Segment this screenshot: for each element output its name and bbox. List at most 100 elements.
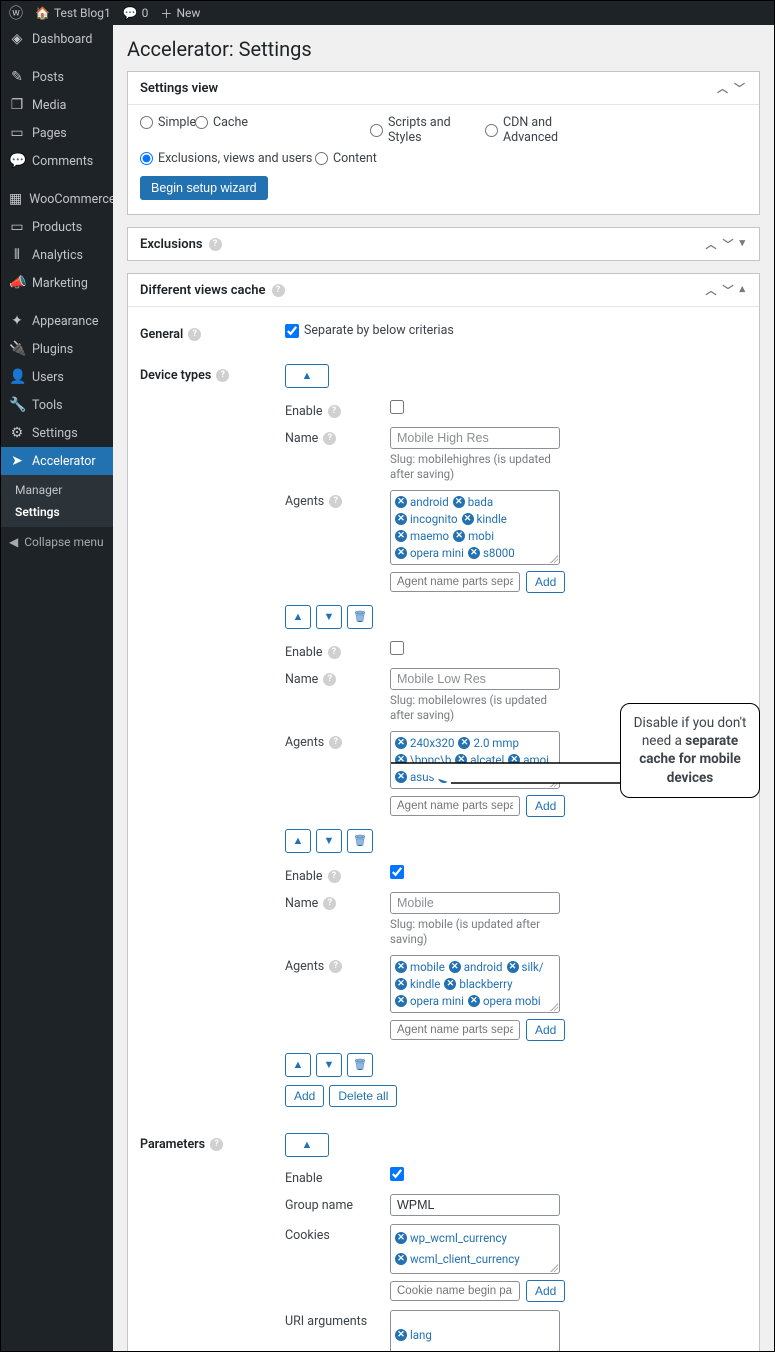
device-name-input-0[interactable] [390, 427, 560, 449]
dropup-icon[interactable]: ▴ [737, 282, 747, 298]
sidebar-item-pages[interactable]: ▭Pages [1, 119, 113, 147]
help-icon[interactable]: ? [323, 897, 336, 910]
begin-setup-wizard-button[interactable]: Begin setup wizard [140, 176, 268, 200]
help-icon[interactable]: ? [323, 432, 336, 445]
move-down-button[interactable]: ▼ [316, 829, 342, 853]
remove-tag-icon[interactable]: ✕ [395, 1329, 407, 1341]
chevron-up-icon[interactable]: ︿ [715, 80, 730, 96]
cookies-tagbox[interactable]: ✕wp_wcml_currency ✕wcml_client_currency [390, 1224, 560, 1274]
move-up-button[interactable]: ▲ [285, 605, 311, 629]
add-device-button[interactable]: Add [285, 1085, 324, 1107]
remove-tag-icon[interactable]: ✕ [395, 961, 407, 973]
remove-tag-icon[interactable]: ✕ [458, 737, 470, 749]
agent-tag[interactable]: ✕android [449, 960, 503, 974]
remove-tag-icon[interactable]: ✕ [468, 547, 480, 559]
agent-tag[interactable]: ✕bada [453, 495, 493, 509]
sidebar-item-accelerator[interactable]: ➤Accelerator [1, 447, 113, 475]
agent-tag[interactable]: ✕maemo [395, 529, 449, 543]
remove-tag-icon[interactable]: ✕ [395, 547, 407, 559]
agent-add-input-2[interactable] [390, 1020, 520, 1040]
remove-tag-icon[interactable]: ✕ [507, 961, 519, 973]
group-name-input[interactable] [390, 1194, 560, 1216]
help-icon[interactable]: ? [323, 673, 336, 686]
delete-button[interactable]: 🗑 [347, 1053, 373, 1077]
agent-tag[interactable]: ✕mobi [453, 529, 494, 543]
submenu-item-manager[interactable]: Manager [1, 479, 113, 501]
agent-tag[interactable]: ✕kindle [462, 512, 507, 526]
sidebar-item-comments[interactable]: 💬Comments [1, 147, 113, 175]
sidebar-item-analytics[interactable]: ⫴Analytics [1, 241, 113, 269]
sidebar-item-media[interactable]: ❐Media [1, 91, 113, 119]
param-enable-checkbox[interactable] [390, 1167, 404, 1181]
chevron-down-icon[interactable]: ﹀ [720, 282, 735, 298]
collapse-up-button[interactable]: ▲ [285, 364, 329, 388]
dropdown-icon[interactable]: ▾ [737, 236, 747, 252]
help-icon[interactable]: ? [188, 328, 201, 341]
help-icon[interactable]: ? [272, 284, 285, 297]
sidebar-item-marketing[interactable]: 📣Marketing [1, 269, 113, 297]
tag[interactable]: ✕lang [395, 1315, 432, 1351]
tag[interactable]: ✕wp_wcml_currency [395, 1229, 507, 1248]
uri-args-tagbox[interactable]: ✕lang [390, 1310, 560, 1351]
help-icon[interactable]: ? [216, 369, 229, 382]
remove-tag-icon[interactable]: ✕ [395, 995, 407, 1007]
new-link[interactable]: ＋ New [160, 5, 200, 22]
move-down-button[interactable]: ▼ [316, 1053, 342, 1077]
remove-tag-icon[interactable]: ✕ [453, 496, 465, 508]
device-enable-checkbox-1[interactable] [390, 641, 404, 655]
sidebar-item-plugins[interactable]: 🔌Plugins [1, 335, 113, 363]
sidebar-item-appearance[interactable]: ✦Appearance [1, 307, 113, 335]
help-icon[interactable]: ? [328, 870, 341, 883]
agent-tag[interactable]: ✕blackberry [444, 977, 512, 991]
sidebar-item-posts[interactable]: ✎Posts [1, 63, 113, 91]
agent-tag[interactable]: ✕silk/ [507, 960, 544, 974]
remove-tag-icon[interactable]: ✕ [462, 513, 474, 525]
agent-tag[interactable]: ✕opera mini [395, 546, 464, 560]
agent-tag[interactable]: ✕opera mini [395, 994, 464, 1008]
help-icon[interactable]: ? [328, 646, 341, 659]
remove-tag-icon[interactable]: ✕ [395, 530, 407, 542]
move-up-button[interactable]: ▲ [285, 1053, 311, 1077]
chevron-up-icon[interactable]: ︿ [703, 282, 718, 298]
radio-simple[interactable]: Simple [140, 115, 195, 130]
remove-tag-icon[interactable]: ✕ [395, 737, 407, 749]
help-icon[interactable]: ? [328, 405, 341, 418]
delete-button[interactable]: 🗑 [347, 829, 373, 853]
sidebar-item-settings[interactable]: ⚙Settings [1, 419, 113, 447]
move-down-button[interactable]: ▼ [316, 605, 342, 629]
settings-view-header[interactable]: Settings view ︿﹀ [128, 72, 759, 105]
remove-tag-icon[interactable]: ✕ [395, 1253, 407, 1265]
separate-checkbox-label[interactable]: Separate by below criterias [285, 323, 747, 338]
device-enable-checkbox-2[interactable] [390, 865, 404, 879]
remove-tag-icon[interactable]: ✕ [444, 978, 456, 990]
agent-tag[interactable]: ✕android [395, 495, 449, 509]
chevron-down-icon[interactable]: ﹀ [732, 80, 747, 96]
delete-all-devices-button[interactable]: Delete all [329, 1085, 397, 1107]
sidebar-item-woocommerce[interactable]: ▦WooCommerce [1, 185, 113, 213]
tag[interactable]: ✕wcml_client_currency [395, 1250, 520, 1269]
cookie-add-button[interactable]: Add [526, 1280, 565, 1302]
move-up-button[interactable]: ▲ [285, 829, 311, 853]
cookie-add-input[interactable] [390, 1281, 520, 1301]
remove-tag-icon[interactable]: ✕ [395, 978, 407, 990]
chevron-down-icon[interactable]: ﹀ [720, 236, 735, 252]
collapse-up-button[interactable]: ▲ [285, 1133, 329, 1157]
delete-button[interactable]: 🗑 [347, 605, 373, 629]
device-name-input-1[interactable] [390, 668, 560, 690]
separate-checkbox[interactable] [285, 324, 299, 338]
collapse-menu[interactable]: ◀Collapse menu [1, 527, 113, 557]
remove-tag-icon[interactable]: ✕ [395, 1232, 407, 1244]
agent-add-button-1[interactable]: Add [526, 795, 565, 817]
agent-tag[interactable]: ✕2.0 mmp [458, 736, 518, 750]
dvc-header[interactable]: Different views cache ? ︿﹀▴ [128, 274, 759, 307]
remove-tag-icon[interactable]: ✕ [395, 496, 407, 508]
remove-tag-icon[interactable]: ✕ [453, 530, 465, 542]
comments-link[interactable]: 💬 0 [123, 6, 149, 20]
agent-tag[interactable]: ✕incognito [395, 512, 458, 526]
help-icon[interactable]: ? [329, 960, 342, 973]
device-name-input-2[interactable] [390, 892, 560, 914]
radio-cdn-and-advanced[interactable]: CDN and Advanced [485, 115, 605, 145]
help-icon[interactable]: ? [209, 238, 222, 251]
chevron-up-icon[interactable]: ︿ [703, 236, 718, 252]
exclusions-header[interactable]: Exclusions ? ︿﹀▾ [128, 228, 759, 260]
